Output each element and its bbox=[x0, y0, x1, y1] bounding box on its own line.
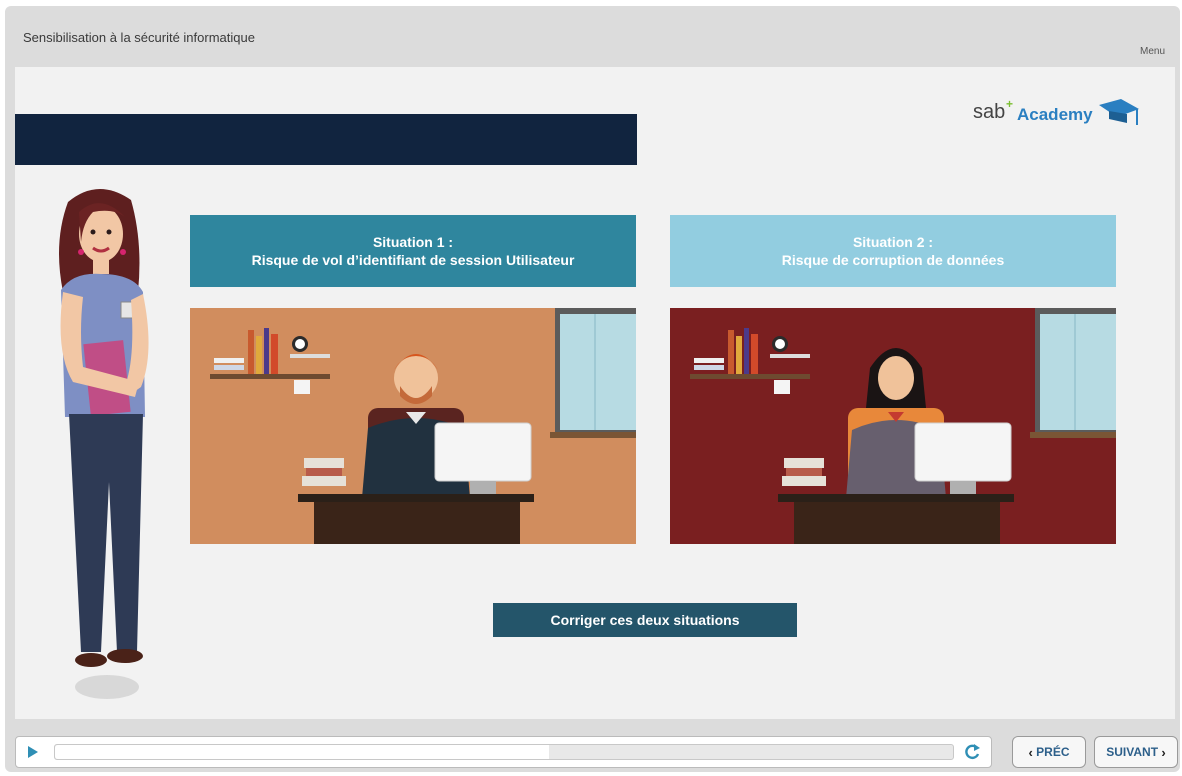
player-bar bbox=[15, 736, 992, 768]
logo-plus: + bbox=[1006, 97, 1014, 111]
course-title: Sensibilisation à la sécurité informatiq… bbox=[23, 30, 255, 45]
play-icon[interactable] bbox=[28, 746, 38, 758]
chevron-left-icon: ‹ bbox=[1028, 744, 1033, 760]
replay-icon[interactable] bbox=[962, 742, 982, 762]
progress-bar[interactable] bbox=[54, 744, 954, 760]
previous-button[interactable]: ‹ PRÉC bbox=[1012, 736, 1086, 768]
fix-situations-button[interactable]: Corriger ces deux situations bbox=[493, 603, 797, 637]
next-button[interactable]: SUIVANT › bbox=[1094, 736, 1178, 768]
graduation-cap-icon bbox=[1099, 99, 1139, 125]
situation-2-header[interactable]: Situation 2 : Risque de corruption de do… bbox=[670, 215, 1116, 287]
situation-1-illustration[interactable] bbox=[190, 308, 636, 544]
situation-2-illustration[interactable] bbox=[670, 308, 1116, 544]
situation-2-title: Situation 2 : bbox=[852, 234, 934, 250]
previous-label: PRÉC bbox=[1036, 745, 1070, 759]
logo-sab-text: sab bbox=[973, 101, 1006, 123]
title-banner bbox=[15, 114, 637, 165]
progress-fill bbox=[55, 745, 549, 759]
situation-1-title: Situation 1 : bbox=[372, 234, 454, 250]
chevron-right-icon: › bbox=[1161, 744, 1166, 760]
situation-1-header[interactable]: Situation 1 : Risque de vol d’identifian… bbox=[190, 215, 636, 287]
situation-1-subtitle: Risque de vol d’identifiant de session U… bbox=[251, 252, 575, 268]
sab-academy-logo: sab + Academy bbox=[973, 97, 1143, 131]
logo-academy-text: Academy bbox=[1017, 105, 1093, 124]
guide-character bbox=[59, 188, 149, 699]
slide-stage: sab + Academy Situation 1: Risque de vo… bbox=[15, 67, 1175, 719]
next-label: SUIVANT bbox=[1106, 745, 1159, 759]
situation-2-subtitle: Risque de corruption de données bbox=[781, 252, 1005, 268]
menu-link[interactable]: Menu bbox=[1140, 46, 1165, 57]
